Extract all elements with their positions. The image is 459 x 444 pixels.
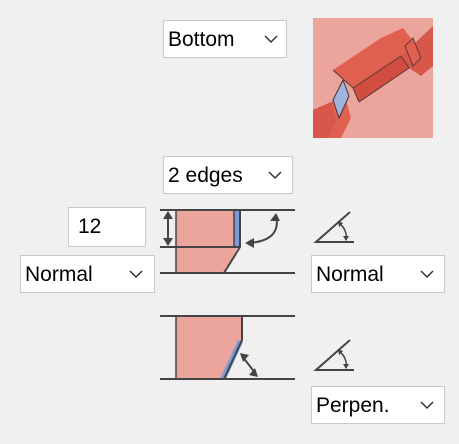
bevel-depth-diagram <box>160 209 295 274</box>
bevel-edges-value: 2 edges <box>168 164 243 187</box>
chevron-down-icon <box>268 171 282 180</box>
bevel-depth-input[interactable]: 12 <box>68 207 146 247</box>
angle-icon <box>313 339 354 371</box>
chevron-down-icon <box>420 270 434 279</box>
bevel-lower-angle-select[interactable]: Perpen. <box>311 386 445 424</box>
bevel-edges-select[interactable]: 2 edges <box>163 156 293 194</box>
bevel-position-select[interactable]: Bottom <box>163 20 287 58</box>
angle-icon <box>313 211 354 243</box>
bevel-right-angle-value: Normal <box>316 263 384 286</box>
bevel-lower-angle-value: Perpen. <box>316 394 390 417</box>
bevel-left-angle-select[interactable]: Normal <box>20 255 155 293</box>
bevel-position-value: Bottom <box>168 28 235 51</box>
chevron-down-icon <box>420 401 434 410</box>
bevel-right-angle-select[interactable]: Normal <box>311 255 445 293</box>
chevron-down-icon <box>264 35 278 44</box>
bevel-perpendicular-diagram <box>160 315 295 380</box>
bevel-preview-3d-icon <box>313 18 433 138</box>
bevel-left-angle-value: Normal <box>25 263 93 286</box>
chevron-down-icon <box>129 270 143 279</box>
bevel-depth-value: 12 <box>78 215 102 238</box>
